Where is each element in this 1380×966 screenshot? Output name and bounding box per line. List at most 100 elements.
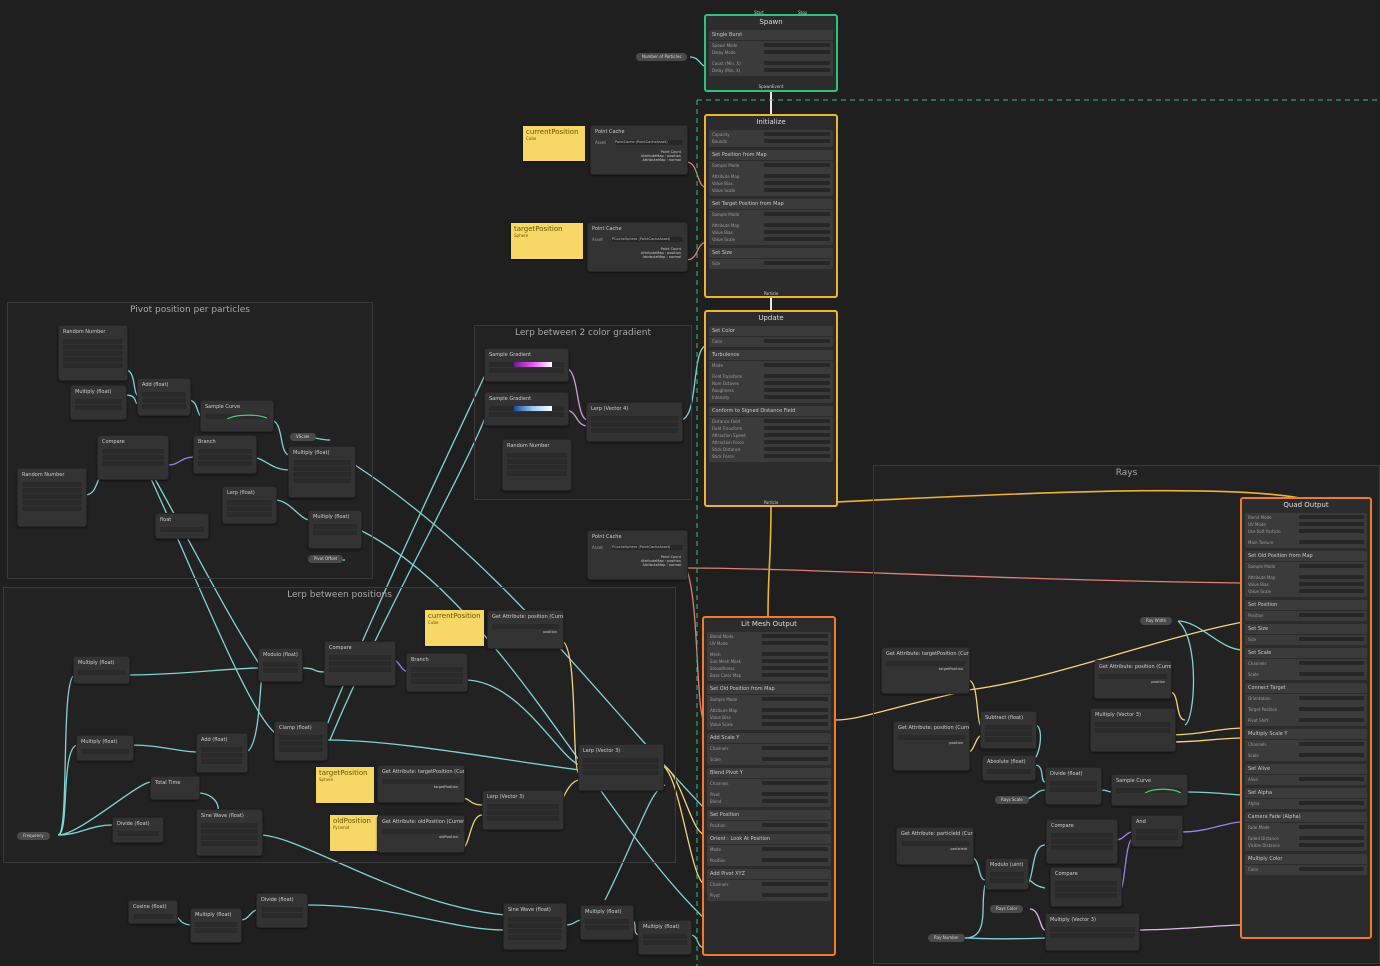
divide-node[interactable]: Divide (float): [1045, 767, 1102, 805]
branch-node[interactable]: Branch: [406, 653, 468, 692]
sample-gradient-node[interactable]: Sample Gradient: [484, 348, 569, 382]
property-field[interactable]: [761, 893, 828, 897]
property-field[interactable]: [1299, 836, 1364, 840]
property-field[interactable]: [763, 223, 830, 227]
property-field[interactable]: [763, 454, 830, 458]
update-context[interactable]: Update Set Color Color Turbulence Mode Field…: [704, 310, 838, 507]
property-field[interactable]: [1299, 742, 1364, 746]
property-frequency[interactable]: Frequency: [17, 832, 50, 840]
lerp-node[interactable]: Lerp (float): [222, 486, 277, 524]
property-field[interactable]: [763, 132, 830, 136]
total-time-node[interactable]: Total Time: [150, 776, 200, 800]
context-block[interactable]: Conform to Signed Distance Field Distance…: [709, 406, 833, 462]
property-field[interactable]: [761, 666, 828, 670]
and-node[interactable]: And: [1131, 815, 1183, 847]
property-field[interactable]: [1299, 753, 1364, 757]
sticky-note[interactable]: currentPosition Cube: [523, 126, 585, 161]
property-field[interactable]: [763, 174, 830, 178]
lit-mesh-output-context[interactable]: Lit Mesh Output Blend Mode UV Mode Mesh Sub…: [702, 616, 836, 956]
quad-output-context[interactable]: Quad Output Blend Mode UV Mode Use Soft Pa…: [1240, 497, 1372, 939]
property-field[interactable]: [763, 426, 830, 430]
property-field[interactable]: [1299, 613, 1364, 617]
multiply-node[interactable]: Multiply (float): [190, 908, 242, 943]
property-field[interactable]: [761, 781, 828, 785]
vfx-graph-canvas[interactable]: Pivot position per particles Lerp betwee…: [0, 0, 1380, 966]
multiply-node[interactable]: Multiply (float): [580, 905, 634, 940]
context-block[interactable]: Set Old Position from Map Sample Mode Attr…: [1245, 551, 1367, 597]
sample-curve-node[interactable]: Sample Curve: [1111, 774, 1188, 806]
divide-node[interactable]: Divide (float): [112, 817, 164, 843]
lerp-vector4-node[interactable]: Lerp (Vector 4): [586, 402, 683, 442]
property-field[interactable]: [761, 659, 828, 663]
context-block[interactable]: Set Scale Channels Scale: [1245, 648, 1367, 680]
multiply-vector3-node[interactable]: Multiply (Vector 3): [1090, 708, 1176, 752]
float-node[interactable]: float: [155, 513, 209, 539]
initialize-context[interactable]: Initialize Capacity Bounds Set Position fr…: [704, 114, 838, 298]
property-field[interactable]: [761, 847, 828, 851]
property-field[interactable]: [1299, 522, 1364, 526]
property-field[interactable]: [761, 882, 828, 886]
random-number-node[interactable]: Random Number: [17, 468, 87, 527]
property-field[interactable]: [1299, 707, 1364, 711]
property-field[interactable]: [1299, 589, 1364, 593]
sine-wave-node[interactable]: Sine Wave (float): [196, 809, 263, 856]
branch-node[interactable]: Branch: [193, 435, 257, 474]
property-field[interactable]: [761, 823, 828, 827]
context-block[interactable]: Add Pivot XYZ Channels Pivot: [707, 869, 831, 901]
property-field[interactable]: [761, 715, 828, 719]
asset-field[interactable]: PointCache (PointCacheAsset): [615, 140, 683, 145]
context-block[interactable]: Single Burst Spawn Mode Delay Mode Count (M…: [709, 30, 833, 76]
point-cache-node[interactable]: Point Cache Asset PointCache (PointCacheA…: [590, 125, 688, 175]
context-block[interactable]: Set Position from Map Sample Mode Attribut…: [709, 150, 833, 196]
context-block[interactable]: Orient : Look At Position Mode Position: [707, 834, 831, 866]
context-block[interactable]: Capacity Bounds: [709, 130, 833, 147]
point-cache-node[interactable]: Point Cache Asset PCacheSphere (PointCach…: [587, 530, 688, 580]
property-field[interactable]: [1299, 718, 1364, 722]
property-field[interactable]: [763, 212, 830, 216]
multiply-vector3-node[interactable]: Multiply (Vector 3): [1045, 913, 1140, 951]
property-field[interactable]: [761, 799, 828, 803]
context-block[interactable]: Set Position Position: [1245, 600, 1367, 621]
property-field[interactable]: [763, 440, 830, 444]
property-field[interactable]: [1299, 582, 1364, 586]
gradient-swatch[interactable]: [514, 406, 552, 411]
absolute-node[interactable]: Absolute (float): [982, 755, 1036, 781]
multiply-node[interactable]: Multiply (float): [288, 446, 356, 498]
property-field[interactable]: [761, 641, 828, 645]
get-attribute-node[interactable]: Get Attribute: position (Current) positio…: [893, 721, 970, 771]
compare-node[interactable]: Compare: [97, 435, 169, 480]
get-attribute-node[interactable]: Get Attribute: position (Current) positio…: [487, 610, 564, 649]
sticky-note[interactable]: oldPosition Pyramid: [330, 815, 378, 851]
get-attribute-node[interactable]: Get Attribute: position (Current) positio…: [1094, 660, 1172, 699]
property-field[interactable]: [763, 339, 830, 343]
property-field[interactable]: [761, 697, 828, 701]
property-field[interactable]: [1299, 843, 1364, 847]
property-field[interactable]: [1299, 540, 1364, 544]
add-node[interactable]: Add (float): [137, 378, 191, 416]
modulo-node[interactable]: Modulo (float): [258, 648, 303, 682]
property-field[interactable]: [761, 673, 828, 677]
random-number-node[interactable]: Random Number: [58, 325, 128, 381]
property-field[interactable]: [763, 181, 830, 185]
context-block[interactable]: Set Target Position from Map Sample Mode A…: [709, 199, 833, 245]
property-field[interactable]: [763, 188, 830, 192]
context-block[interactable]: Set Size Size: [709, 248, 833, 269]
asset-field[interactable]: PCacheSphere (PointCacheAsset): [612, 237, 683, 242]
property-field[interactable]: [763, 43, 830, 47]
property-field[interactable]: [761, 757, 828, 761]
spawn-context[interactable]: Start Stop Spawn Single Burst Spawn Mode D…: [704, 10, 838, 92]
cosine-node[interactable]: Cosine (float): [128, 900, 178, 924]
context-block[interactable]: Set Alpha Alpha: [1245, 788, 1367, 809]
compare-node[interactable]: Compare: [1046, 819, 1118, 864]
context-block[interactable]: Set Position Position: [707, 810, 831, 831]
get-attribute-node[interactable]: Get Attribute: particleId (Current) parti…: [896, 827, 974, 865]
context-block[interactable]: Set Color Color: [709, 326, 833, 347]
property-field[interactable]: [1299, 529, 1364, 533]
property-rays-scale[interactable]: Rays Scale: [995, 796, 1029, 804]
lerp-vector3-node[interactable]: Lerp (Vector 3): [482, 790, 564, 830]
context-block[interactable]: Connect Target Orientation Target Position…: [1245, 683, 1367, 726]
property-field[interactable]: [763, 363, 830, 367]
property-field[interactable]: [763, 388, 830, 392]
property-field[interactable]: [1299, 515, 1364, 519]
lerp-vector3-node[interactable]: Lerp (Vector 3): [578, 744, 664, 791]
